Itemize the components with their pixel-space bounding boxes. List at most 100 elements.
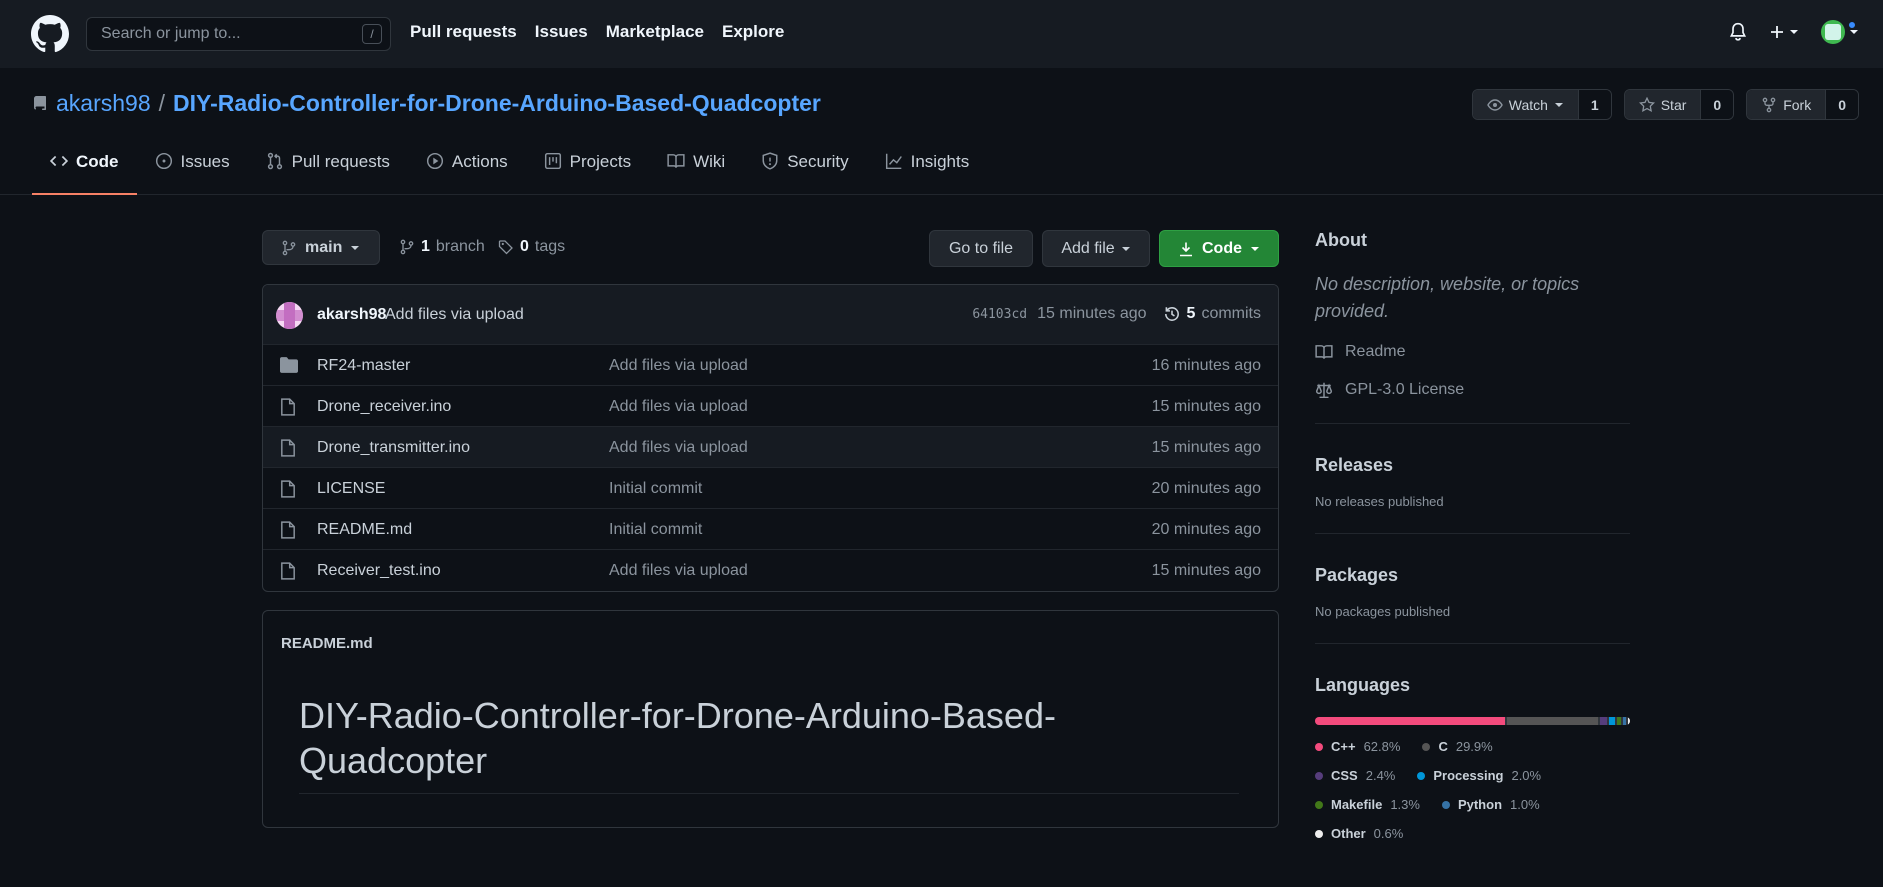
file-icon [280, 562, 296, 580]
repo-owner-link[interactable]: akarsh98 [56, 90, 151, 117]
commit-author-avatar[interactable] [276, 302, 303, 329]
tab-wiki[interactable]: Wiki [649, 152, 743, 195]
commit-author[interactable]: akarsh98 [317, 306, 386, 324]
packages-title[interactable]: Packages [1315, 565, 1630, 586]
language-item[interactable]: Other 0.6% [1315, 826, 1403, 841]
nav-pull-requests[interactable]: Pull requests [410, 22, 517, 42]
language-item[interactable]: CSS 2.4% [1315, 768, 1395, 783]
download-icon [1180, 242, 1192, 256]
releases-empty-text: No releases published [1315, 494, 1444, 509]
caret-down-icon [1251, 246, 1259, 251]
language-color-dot [1441, 800, 1450, 809]
commit-sha[interactable]: 64103cd [972, 307, 1027, 322]
github-logo-icon[interactable] [31, 15, 69, 53]
git-branch-icon [282, 240, 296, 255]
file-row[interactable]: Receiver_test.ino Add files via upload 1… [263, 550, 1278, 591]
file-commit-message[interactable]: Add files via upload [609, 562, 748, 580]
file-age: 20 minutes ago [1151, 480, 1261, 497]
repo-name-link[interactable]: DIY-Radio-Controller-for-Drone-Arduino-B… [173, 90, 821, 117]
nav-issues[interactable]: Issues [535, 22, 588, 42]
license-link-label: GPL-3.0 License [1345, 381, 1465, 398]
repo-forked-icon [1762, 97, 1776, 112]
language-name: C++ [1331, 739, 1356, 754]
branch-select-button[interactable]: main [262, 230, 380, 265]
star-button[interactable]: Star [1624, 90, 1702, 119]
file-row[interactable]: Drone_transmitter.ino Add files via uplo… [263, 427, 1278, 468]
language-item[interactable]: Processing 2.0% [1417, 768, 1541, 783]
tab-projects[interactable]: Projects [526, 152, 649, 195]
tab-label: Actions [451, 152, 508, 171]
main-content: main 1 branch 0 tags Go to file Add file… [262, 230, 1279, 828]
star-count[interactable]: 0 [1701, 90, 1734, 119]
file-name[interactable]: README.md [317, 521, 412, 539]
about-title: About [1315, 230, 1367, 250]
star-icon [1638, 96, 1655, 112]
releases-title[interactable]: Releases [1315, 455, 1630, 476]
file-age: 15 minutes ago [1151, 398, 1261, 415]
file-commit-message[interactable]: Initial commit [609, 521, 702, 539]
add-file-button[interactable]: Add file [1042, 230, 1150, 267]
license-link[interactable]: GPL-3.0 License [1315, 381, 1630, 399]
readme-filename[interactable]: README.md [281, 635, 373, 652]
tab-insights[interactable]: Insights [867, 152, 988, 195]
readme-heading-line: DIY-Radio-Controller-for-Drone-Arduino-B… [299, 695, 1056, 736]
tab-actions[interactable]: Actions [408, 152, 526, 195]
branches-link[interactable]: 1 branch [399, 238, 485, 256]
language-percent: 2.4% [1365, 768, 1396, 783]
search-input[interactable]: Search or jump to... / [86, 17, 391, 51]
commits-history-link[interactable]: 5 commits [1163, 305, 1261, 323]
language-item[interactable]: Makefile 1.3% [1315, 797, 1420, 812]
file-name[interactable]: Receiver_test.ino [317, 562, 441, 580]
go-to-file-button[interactable]: Go to file [929, 230, 1033, 267]
language-percent: 62.8% [1363, 739, 1401, 754]
language-item[interactable]: C++ 62.8% [1315, 739, 1400, 754]
global-nav: Pull requests Issues Marketplace Explore [410, 22, 784, 42]
packages-empty-text: No packages published [1315, 604, 1451, 619]
fork-count[interactable]: 0 [1826, 90, 1858, 119]
watch-count[interactable]: 1 [1578, 90, 1611, 119]
file-name[interactable]: RF24-master [317, 357, 410, 375]
branch-count: 1 [421, 238, 430, 255]
tab-label: Insights [910, 152, 970, 171]
graph-icon [885, 153, 902, 170]
readme-heading-line: Quadcopter [299, 740, 488, 781]
code-label: Code [1202, 239, 1242, 257]
code-download-button[interactable]: Code [1159, 230, 1279, 267]
caret-down-icon [1790, 30, 1798, 34]
file-name[interactable]: Drone_transmitter.ino [317, 439, 470, 457]
tab-issues[interactable]: Issues [137, 152, 248, 195]
repo-sidebar: About No description, website, or topics… [1315, 230, 1630, 841]
file-commit-message[interactable]: Add files via upload [609, 357, 748, 375]
tab-code[interactable]: Code [32, 152, 137, 195]
shield-icon [762, 152, 778, 170]
file-row[interactable]: README.md Initial commit 20 minutes ago [263, 509, 1278, 550]
file-name[interactable]: LICENSE [317, 480, 385, 498]
bell-icon[interactable] [1729, 22, 1747, 42]
file-row[interactable]: Drone_receiver.ino Add files via upload … [263, 386, 1278, 427]
file-icon [280, 398, 296, 416]
language-item[interactable]: C 29.9% [1422, 739, 1493, 754]
file-commit-message[interactable]: Add files via upload [609, 439, 748, 457]
language-item[interactable]: Python 1.0% [1441, 797, 1540, 812]
tab-pull-requests[interactable]: Pull requests [248, 152, 408, 195]
tab-label: Projects [569, 152, 632, 171]
search-placeholder: Search or jump to... [101, 25, 241, 42]
commit-count: 5 [1186, 305, 1196, 322]
watch-button[interactable]: Watch [1472, 90, 1579, 119]
readme-link[interactable]: Readme [1315, 343, 1630, 361]
nav-explore[interactable]: Explore [722, 22, 784, 42]
tags-link[interactable]: 0 tags [498, 238, 565, 256]
file-commit-message[interactable]: Initial commit [609, 480, 702, 498]
tab-security[interactable]: Security [743, 152, 866, 195]
about-description: No description, website, or topics provi… [1315, 274, 1580, 321]
file-commit-message[interactable]: Add files via upload [609, 398, 748, 416]
eye-icon [1486, 98, 1503, 111]
commit-message[interactable]: Add files via upload [385, 306, 524, 324]
nav-marketplace[interactable]: Marketplace [606, 22, 704, 42]
create-new-dropdown[interactable] [1769, 24, 1799, 40]
file-row[interactable]: RF24-master Add files via upload 16 minu… [263, 345, 1278, 386]
language-percent: 29.9% [1455, 739, 1493, 754]
file-row[interactable]: LICENSE Initial commit 20 minutes ago [263, 468, 1278, 509]
fork-button[interactable]: Fork [1747, 90, 1827, 119]
file-name[interactable]: Drone_receiver.ino [317, 398, 451, 416]
